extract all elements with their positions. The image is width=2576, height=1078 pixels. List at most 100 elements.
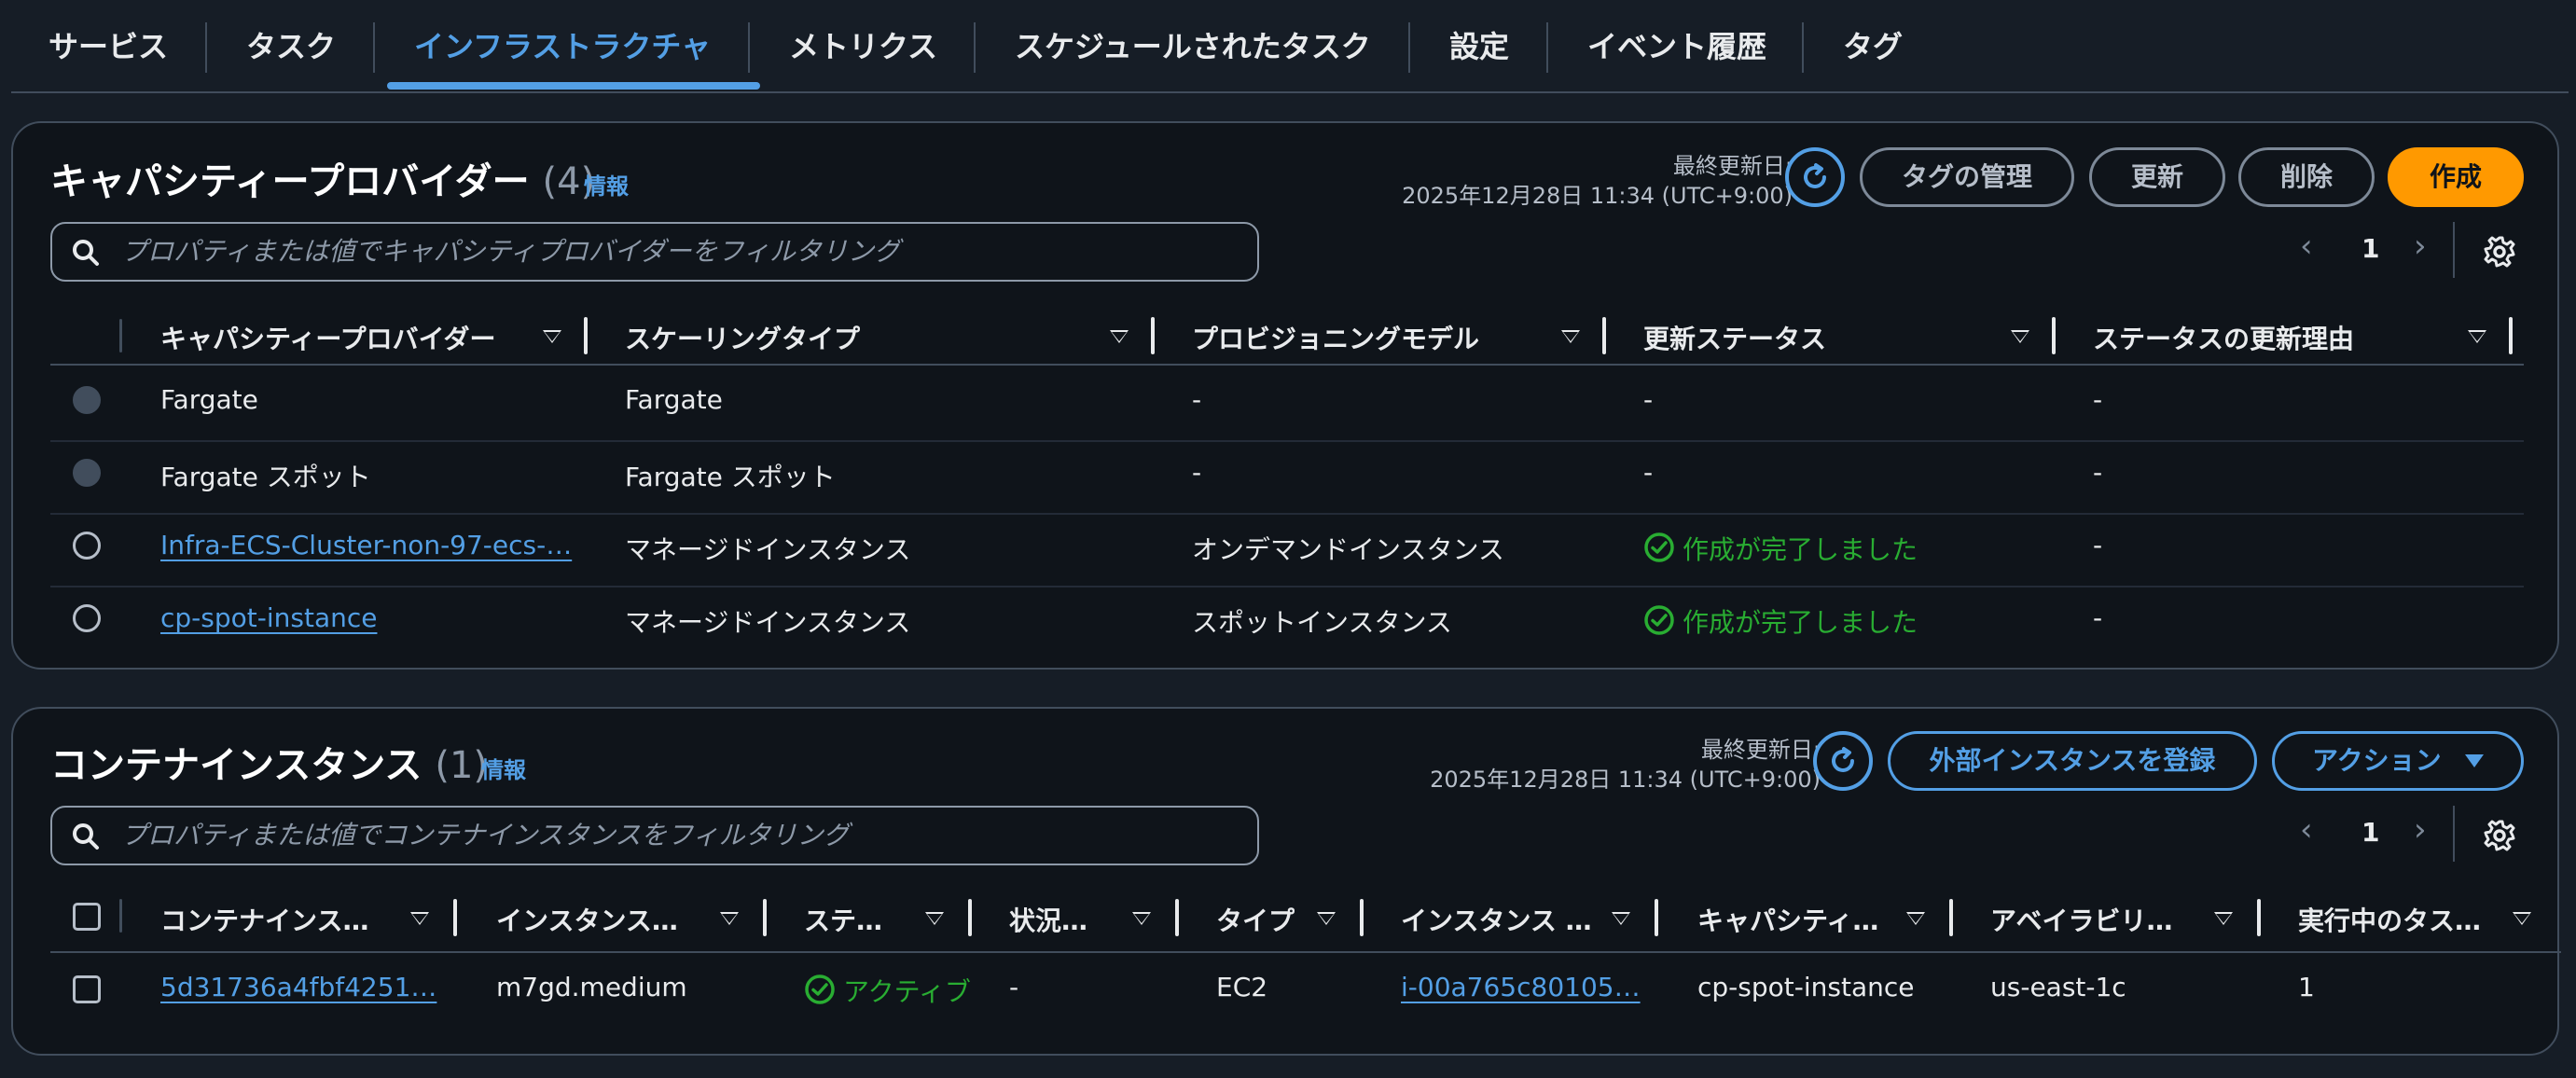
prev-page-icon[interactable]: ‹ xyxy=(2300,228,2313,265)
next-page-icon[interactable]: › xyxy=(2414,811,2427,849)
success-check-icon xyxy=(1644,532,1674,562)
sort-icon[interactable] xyxy=(2468,330,2486,343)
sort-icon[interactable] xyxy=(2513,912,2531,925)
page-number[interactable]: 1 xyxy=(2361,817,2379,848)
sort-icon[interactable] xyxy=(1110,330,1129,343)
column-header-state[interactable]: 状況… xyxy=(1009,901,1087,938)
column-divider[interactable] xyxy=(1151,317,1155,354)
filter-input[interactable]: プロパティまたは値でキャパシティプロバイダーをフィルタリング xyxy=(50,222,1259,282)
settings-gear-icon[interactable] xyxy=(2483,819,2516,852)
tab-scheduled-tasks[interactable]: スケジュールされたタスク xyxy=(1015,21,1371,73)
cell-provider-link[interactable]: cp-spot-instance xyxy=(160,602,377,633)
column-header-instance-type[interactable]: インスタンス… xyxy=(496,901,678,938)
column-divider[interactable] xyxy=(1175,899,1179,936)
delete-button[interactable]: 削除 xyxy=(2238,147,2375,207)
page-number[interactable]: 1 xyxy=(2361,233,2379,264)
cell-container-instance-link[interactable]: 5d31736a4fbf4251… xyxy=(160,972,436,1002)
sort-icon[interactable] xyxy=(410,912,429,925)
next-page-icon[interactable]: › xyxy=(2414,228,2427,265)
register-external-instance-button[interactable]: 外部インスタンスを登録 xyxy=(1888,731,2257,791)
column-header-update-status[interactable]: 更新ステータス xyxy=(1643,319,1826,356)
column-header-running-tasks[interactable]: 実行中のタス… xyxy=(2298,901,2481,938)
info-link[interactable]: 情報 xyxy=(584,168,629,200)
tab-metrics[interactable]: メトリクス xyxy=(789,21,937,73)
panel-title: キャパシティープロバイダー (4) xyxy=(50,151,595,205)
column-divider[interactable] xyxy=(2052,317,2056,354)
cell-provider-link[interactable]: Infra-ECS-Cluster-non-97-ecs-… xyxy=(160,530,572,560)
sort-icon[interactable] xyxy=(543,330,561,343)
pager-divider xyxy=(2453,222,2455,278)
column-divider[interactable] xyxy=(2257,899,2261,936)
tab-services[interactable]: サービス xyxy=(48,21,168,73)
column-header-container-instance[interactable]: コンテナインス… xyxy=(160,901,368,938)
refresh-icon-button[interactable] xyxy=(1813,731,1873,791)
tab-divider xyxy=(1802,22,1804,73)
column-header-type[interactable]: タイプ xyxy=(1216,901,1295,938)
cell-model: - xyxy=(1192,457,1202,488)
tab-event-history[interactable]: イベント履歴 xyxy=(1587,21,1766,73)
filter-input[interactable]: プロパティまたは値でコンテナインスタンスをフィルタリング xyxy=(50,806,1259,865)
column-header-status-reason[interactable]: ステータスの更新理由 xyxy=(2093,319,2354,356)
refresh-icon xyxy=(1832,747,1854,772)
select-all-checkbox[interactable] xyxy=(73,903,101,931)
row-checkbox[interactable] xyxy=(73,975,101,1003)
sort-icon[interactable] xyxy=(1132,912,1151,925)
cell-instance-type: m7gd.medium xyxy=(496,972,687,1002)
column-header-capacity-provider[interactable]: キャパシティープロバイダー xyxy=(160,319,496,356)
column-divider[interactable] xyxy=(453,899,457,936)
search-icon xyxy=(73,240,99,266)
column-header-status[interactable]: ステ… xyxy=(804,901,882,938)
column-divider[interactable] xyxy=(1949,899,1953,936)
cell-model: - xyxy=(1192,384,1202,415)
cell-running-tasks: 1 xyxy=(2298,972,2315,1002)
prev-page-icon[interactable]: ‹ xyxy=(2300,811,2313,849)
cell-capacity-provider: cp-spot-instance xyxy=(1697,972,1915,1002)
sort-icon[interactable] xyxy=(720,912,739,925)
cell-provider: Fargate スポット xyxy=(160,462,371,492)
actions-label: アクション xyxy=(2312,745,2442,776)
filter-placeholder: プロパティまたは値でキャパシティプロバイダーをフィルタリング xyxy=(121,236,900,267)
tab-tasks[interactable]: タスク xyxy=(246,21,336,73)
cell-status: - xyxy=(1643,457,1654,488)
sort-icon[interactable] xyxy=(1612,912,1630,925)
sort-icon[interactable] xyxy=(2214,912,2233,925)
tab-divider xyxy=(373,22,375,73)
tab-tags[interactable]: タグ xyxy=(1843,21,1903,73)
column-divider[interactable] xyxy=(968,899,972,936)
tab-settings[interactable]: 設定 xyxy=(1449,21,1509,73)
row-radio[interactable] xyxy=(73,604,101,632)
column-header-scaling-type[interactable]: スケーリングタイプ xyxy=(625,319,860,356)
row-radio[interactable] xyxy=(73,532,101,560)
column-header-instance-id[interactable]: インスタンス … xyxy=(1401,901,1592,938)
column-divider[interactable] xyxy=(763,899,767,936)
tab-divider xyxy=(205,22,207,73)
sort-icon[interactable] xyxy=(1561,330,1580,343)
manage-tags-button[interactable]: タグの管理 xyxy=(1860,147,2074,207)
table-header-divider xyxy=(50,364,2524,366)
sort-icon[interactable] xyxy=(1317,912,1336,925)
column-header-availability-zone[interactable]: アベイラビリ… xyxy=(1990,901,2172,938)
column-divider[interactable] xyxy=(1602,317,1606,354)
cell-instance-id-link[interactable]: i-00a765c80105… xyxy=(1401,972,1641,1002)
sort-icon[interactable] xyxy=(1906,912,1925,925)
last-updated-value: 2025年12月28日 11:34 (UTC+9:00) xyxy=(1402,183,1793,209)
column-divider[interactable] xyxy=(584,317,588,354)
column-header-provisioning-model[interactable]: プロビジョニングモデル xyxy=(1192,319,1479,356)
cell-status: アクティブ xyxy=(843,976,971,1007)
sort-icon[interactable] xyxy=(925,912,944,925)
actions-dropdown-button[interactable]: アクション xyxy=(2272,731,2524,791)
row-divider xyxy=(50,513,2524,515)
column-divider[interactable] xyxy=(1360,899,1364,936)
create-button[interactable]: 作成 xyxy=(2388,147,2524,207)
column-header-capacity-provider[interactable]: キャパシティ… xyxy=(1697,901,1878,938)
column-divider[interactable] xyxy=(1655,899,1658,936)
tab-infrastructure[interactable]: インフラストラクチャ xyxy=(414,21,711,73)
refresh-button[interactable]: 更新 xyxy=(2089,147,2225,207)
sort-icon[interactable] xyxy=(2011,330,2029,343)
column-divider xyxy=(119,319,122,352)
settings-gear-icon[interactable] xyxy=(2483,235,2516,269)
info-link[interactable]: 情報 xyxy=(481,752,526,784)
column-divider[interactable] xyxy=(2509,317,2513,354)
refresh-icon-button[interactable] xyxy=(1785,147,1845,207)
cell-reason: - xyxy=(2093,602,2103,633)
